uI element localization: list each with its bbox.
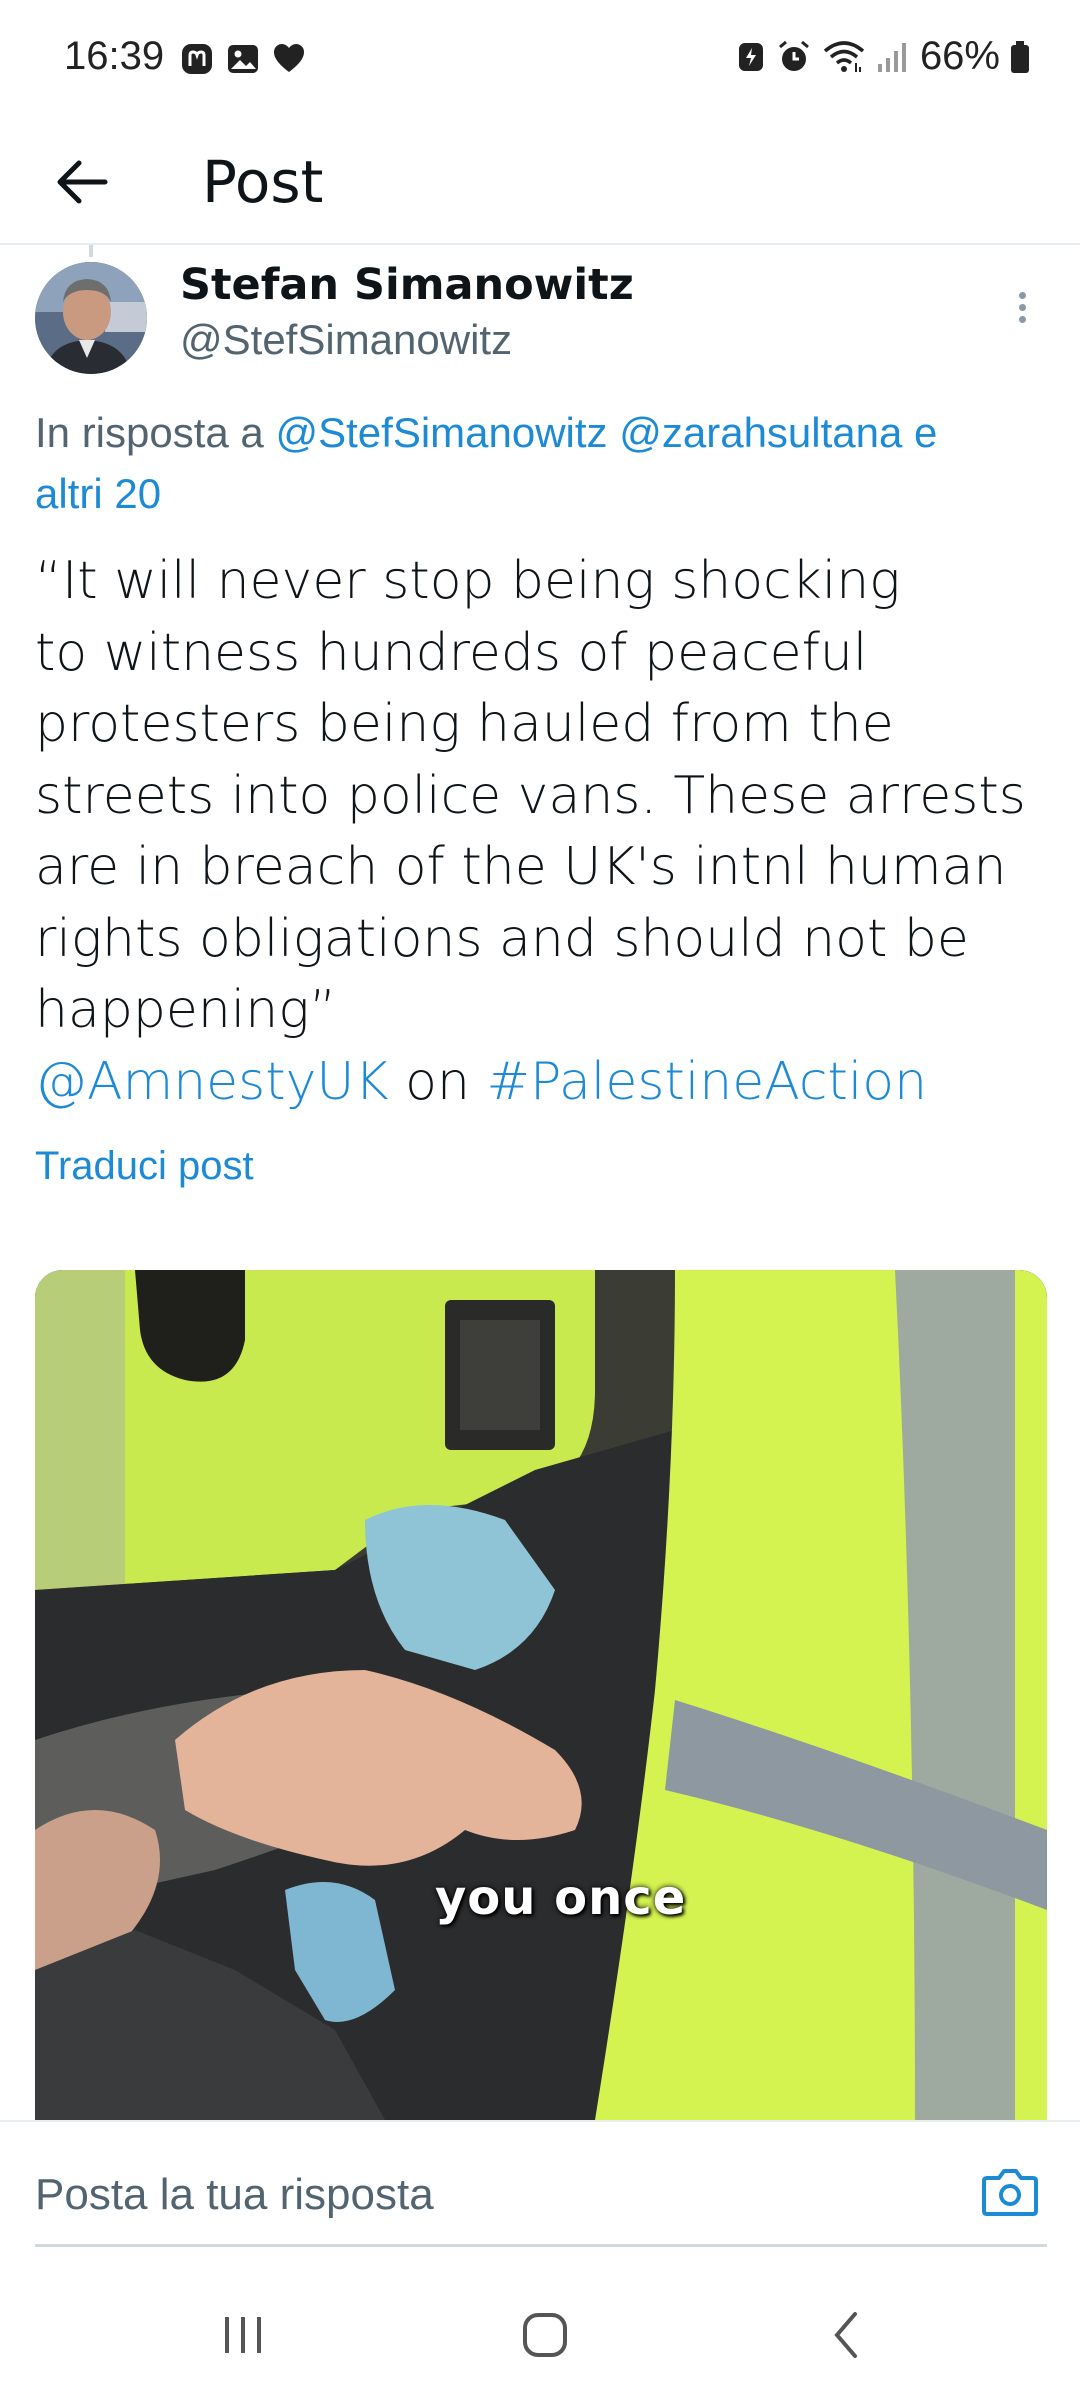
- reply-mention-2[interactable]: @zarahsultana: [619, 409, 902, 456]
- more-dot: [1018, 315, 1026, 323]
- post-text-line: protesters being hauled from the: [35, 694, 894, 754]
- mention-amnesty-link[interactable]: @AmnestyUK: [35, 1052, 389, 1112]
- more-options-button[interactable]: [1002, 282, 1042, 332]
- status-notification-icons: [180, 42, 306, 76]
- home-button[interactable]: [505, 2300, 585, 2370]
- home-icon: [523, 2313, 567, 2357]
- status-bar: 16:39 66%: [0, 0, 1080, 120]
- page-title: Post: [202, 148, 324, 216]
- reply-input-underline: [35, 2244, 1047, 2247]
- wifi-icon: [822, 39, 866, 75]
- system-back-button[interactable]: [807, 2300, 887, 2370]
- heart-icon: [272, 42, 306, 76]
- camera-icon: [982, 2169, 1038, 2216]
- battery-icon: [1010, 40, 1030, 74]
- thread-connector: [89, 245, 93, 257]
- reply-mention-1[interactable]: @StefSimanowitz: [275, 409, 607, 456]
- author-handle[interactable]: @StefSimanowitz: [180, 316, 512, 364]
- post-video[interactable]: you once: [35, 1270, 1047, 2120]
- post-text-line: happening”: [35, 980, 337, 1040]
- author-name[interactable]: Stefan Simanowitz: [180, 260, 634, 310]
- post-text: “It will never stop being shocking to wi…: [35, 546, 1055, 1118]
- signal-icon: [876, 40, 910, 74]
- recent-apps-icon: [225, 2317, 261, 2353]
- top-app-bar: Post: [0, 120, 1080, 245]
- more-dots-icon: [1018, 291, 1026, 299]
- post-text-line: to witness hundreds of peaceful: [35, 622, 868, 683]
- chevron-left-icon: [834, 2312, 857, 2358]
- battery-saver-icon: [736, 40, 766, 74]
- video-frame-image: [35, 1270, 1047, 2120]
- status-system-icons: 66%: [736, 34, 1030, 79]
- gallery-icon: [226, 42, 260, 76]
- mastodon-icon: [180, 42, 214, 76]
- post-text-line: “It will never stop being shocking: [35, 551, 901, 611]
- avatar[interactable]: [35, 262, 147, 374]
- status-time: 16:39: [64, 34, 165, 78]
- hashtag-link[interactable]: #PalestineAction: [486, 1052, 927, 1112]
- reply-connector[interactable]: e: [914, 409, 937, 456]
- post-text-line: rights obligations and should not be: [35, 908, 969, 969]
- post-text-line: are in breach of the UK's intnl human: [35, 837, 1007, 897]
- reply-to-prefix: In risposta a: [35, 409, 264, 456]
- arrow-left-icon: [57, 160, 108, 204]
- alarm-icon: [776, 39, 812, 75]
- reply-to-context: In risposta a @StefSimanowitz @zarahsult…: [35, 402, 1055, 524]
- post-text-last-line: @AmnestyUK on #PalestineAction: [35, 1047, 1055, 1119]
- recent-apps-button[interactable]: [203, 2300, 283, 2370]
- back-button[interactable]: [42, 142, 122, 222]
- battery-percent: 66%: [919, 34, 1000, 78]
- more-dot: [1018, 303, 1026, 311]
- reply-more-link[interactable]: altri 20: [35, 470, 161, 517]
- video-subtitle: you once: [435, 1870, 687, 1926]
- reply-input[interactable]: Posta la tua risposta: [35, 2170, 434, 2220]
- translate-post-link[interactable]: Traduci post: [35, 1144, 254, 1189]
- mention-connector: on: [405, 1051, 470, 1112]
- post-text-line: streets into police vans. These arrests: [35, 765, 1026, 826]
- camera-button[interactable]: [978, 2160, 1042, 2224]
